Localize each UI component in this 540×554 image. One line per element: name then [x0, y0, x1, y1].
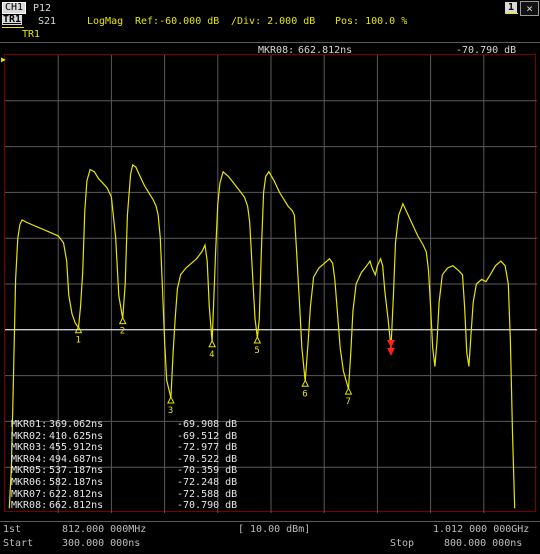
marker-row-name: MKR04: — [11, 453, 48, 465]
footer-stop-freq: 1.012 000 000GHz — [433, 524, 530, 535]
marker-row-time: 369.062ns — [49, 419, 104, 430]
trace-badge[interactable]: TR1 — [2, 15, 23, 25]
marker-number: 2 — [120, 327, 125, 337]
marker-row-name: MKR07: — [11, 488, 48, 500]
marker-row-time: 537.187ns — [49, 465, 104, 477]
marker-number: 5 — [254, 346, 259, 356]
active-marker-icon — [387, 339, 396, 348]
marker-row-name: MKR02: — [11, 430, 48, 442]
div-label: /Div: 2.000 dB — [231, 16, 316, 27]
marker-row-value: -72.248 dB — [177, 477, 238, 488]
marker-row-value: -72.588 dB — [177, 488, 238, 500]
pos-label: Pos: 100.0 % — [335, 16, 408, 27]
footer-stop-label[interactable]: Stop — [390, 538, 414, 549]
footer-start-label[interactable]: Start — [3, 538, 33, 549]
ref-label: Ref:-60.000 dB — [135, 16, 220, 27]
marker-triangle-icon — [253, 335, 262, 344]
marker-number: 4 — [209, 350, 214, 360]
footer-row1-label: 1st — [3, 524, 22, 535]
marker-triangle-icon — [208, 339, 216, 348]
marker-triangle-icon — [301, 379, 310, 387]
channel-badge[interactable]: CH1 — [2, 2, 27, 14]
footer-start-value[interactable]: 300.000 000ns — [62, 538, 140, 549]
marker-row-value: -72.977 dB — [177, 442, 238, 454]
footer-power: [ 10.00 dBm] — [238, 524, 311, 535]
footer-freq: 812.000 000MHz — [62, 524, 147, 535]
marker-row-value: -70.522 dB — [177, 453, 238, 465]
marker-row-time: 455.912ns — [49, 442, 104, 454]
marker-row-name: MKR01: — [11, 419, 48, 430]
marker-row-name: MKR08: — [11, 500, 48, 512]
ref-position-arrow: ▶ — [1, 55, 6, 64]
marker-row-value: -69.908 dB — [177, 419, 238, 430]
marker-triangle-icon — [118, 316, 127, 325]
window-number[interactable]: 1 — [505, 2, 518, 13]
format-label: LogMag — [87, 16, 124, 27]
marker-row-name: MKR03: — [11, 442, 48, 454]
close-icon[interactable]: × — [520, 1, 539, 16]
marker-number: 6 — [302, 389, 307, 399]
marker-row-time: 622.812ns — [49, 488, 104, 500]
s-param-label: S21 — [38, 16, 57, 27]
marker-row-name: MKR06: — [11, 477, 48, 488]
marker-row-name: MKR05: — [11, 465, 48, 477]
marker-row-time: 494.687ns — [49, 453, 104, 465]
marker-triangle-icon — [167, 395, 175, 404]
trace-label: TR1 — [22, 29, 41, 40]
marker-row-value: -69.512 dB — [177, 430, 238, 442]
footer-stop-value[interactable]: 800.000 000ns — [444, 538, 522, 549]
marker-number: 1 — [75, 336, 80, 346]
marker-number: 7 — [345, 397, 350, 407]
marker-row-time: 662.812ns — [49, 500, 104, 512]
marker-number: 3 — [168, 406, 173, 416]
trace-badge-underline — [2, 27, 24, 28]
marker-row-time: 582.187ns — [49, 477, 104, 488]
marker-triangle-icon — [344, 386, 353, 395]
header-separator — [0, 42, 540, 43]
marker-row-time: 410.625ns — [49, 430, 104, 442]
window-number-underline — [505, 13, 518, 14]
marker-row-value: -70.790 dB — [177, 500, 238, 512]
param-label: P12 — [33, 3, 52, 14]
footer-separator — [0, 521, 540, 522]
active-marker-icon — [387, 347, 396, 356]
marker-row-value: -70.359 dB — [177, 465, 238, 477]
